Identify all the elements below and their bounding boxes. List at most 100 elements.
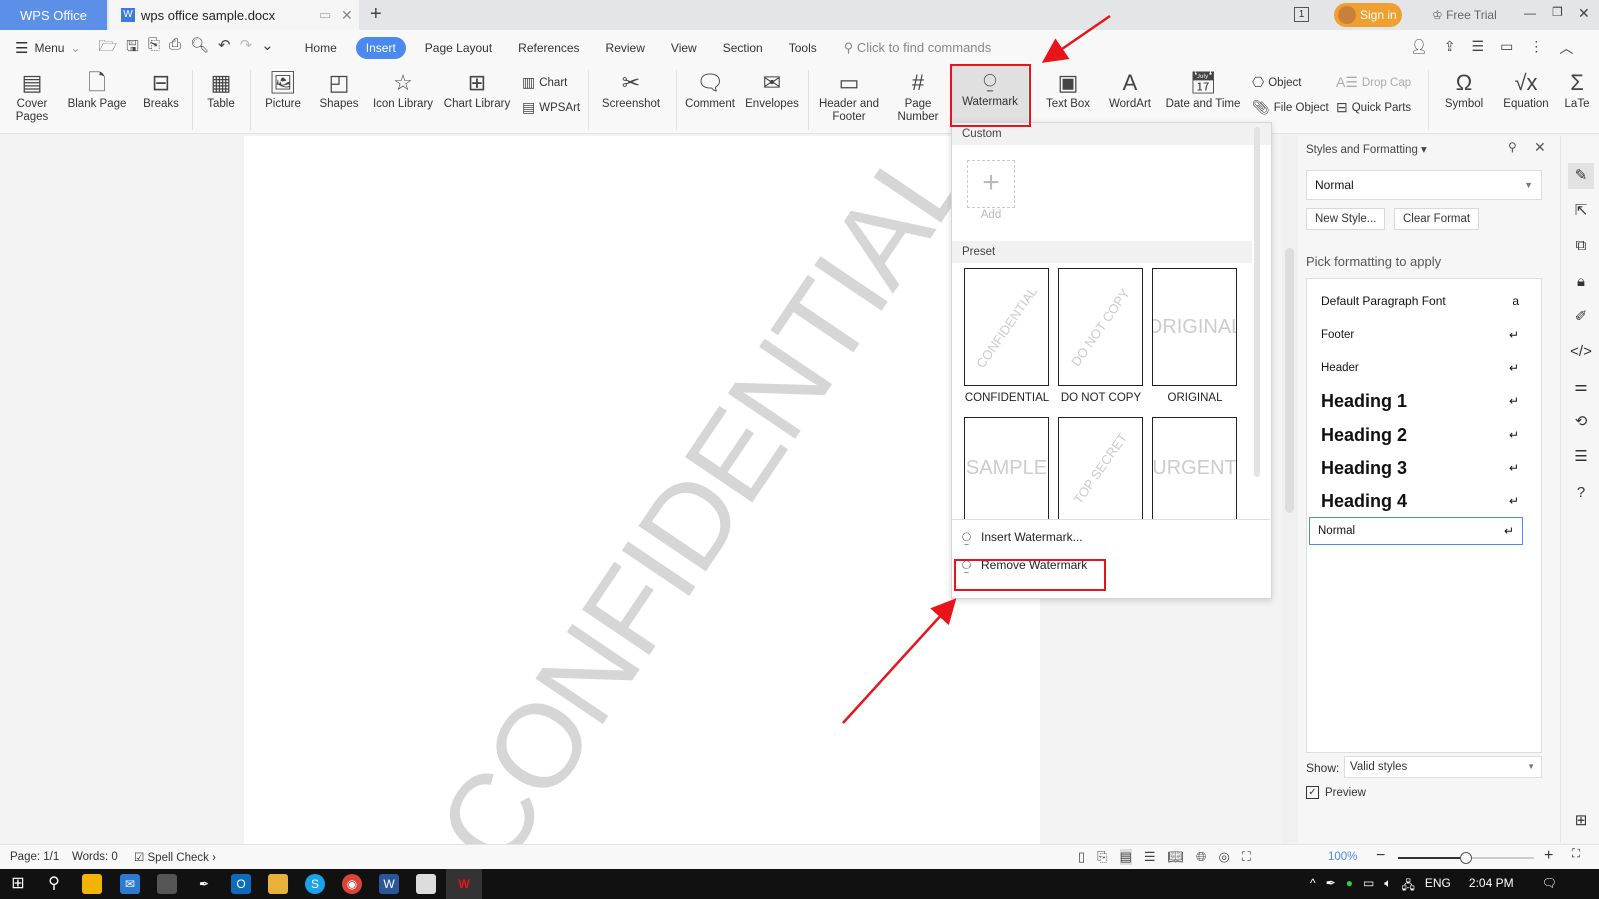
- clear-format-button[interactable]: Clear Format: [1394, 208, 1480, 230]
- help-icon[interactable]: ?: [1568, 480, 1594, 506]
- print-layout-icon[interactable]: ▤: [1119, 849, 1132, 865]
- tray-chevron-icon[interactable]: ^: [1310, 876, 1316, 897]
- windows-start-icon[interactable]: ⊞: [8, 874, 28, 894]
- security-check-icon[interactable]: ●: [1346, 876, 1353, 897]
- spell-check-toggle[interactable]: ☑ Spell Check ›: [134, 850, 216, 864]
- preview-label: Preview: [1325, 786, 1366, 799]
- apps-grid-icon[interactable]: ⊞: [1568, 808, 1594, 834]
- styles-title-label: Styles and Formatting: [1306, 144, 1418, 156]
- reading-view-icon[interactable]: 📖︎: [1168, 849, 1185, 865]
- current-style-select[interactable]: Normal ▼: [1306, 170, 1542, 200]
- chevron-down-icon: ▼: [1524, 180, 1533, 190]
- language-indicator[interactable]: ENG: [1425, 876, 1451, 897]
- feather-icon[interactable]: ✒: [194, 874, 214, 894]
- style-item[interactable]: Heading 3 ↵: [1313, 452, 1527, 484]
- zoom-out-icon[interactable]: −: [1376, 847, 1385, 865]
- paragraph-style-icon: ↵: [1508, 328, 1519, 342]
- close-panel-icon[interactable]: ✕: [1534, 139, 1546, 156]
- styles-panel-title[interactable]: Styles and Formatting ▾: [1306, 142, 1427, 156]
- sliders-icon[interactable]: ⚌: [1568, 374, 1594, 400]
- character-style-icon: a: [1512, 294, 1519, 308]
- style-name: Normal: [1318, 525, 1356, 537]
- styles-formatting-panel: Styles and Formatting ▾ ⚲ ✕ Normal ▼ New …: [1298, 136, 1560, 843]
- style-name: Heading 4: [1321, 490, 1408, 511]
- fit-page-icon[interactable]: ⛶: [1242, 849, 1251, 865]
- outline-view-icon[interactable]: ☰: [1144, 849, 1156, 865]
- style-item[interactable]: Heading 4 ↵: [1313, 485, 1527, 517]
- search-icon[interactable]: ⚲: [44, 874, 64, 894]
- fullscreen-icon[interactable]: ⛶: [1572, 848, 1580, 861]
- edit-code-icon[interactable]: ✐: [1568, 304, 1594, 330]
- pick-formatting-label: Pick formatting to apply: [1306, 254, 1442, 269]
- history-icon[interactable]: ⟲: [1568, 409, 1594, 435]
- zoom-slider[interactable]: [1398, 852, 1534, 864]
- outline-icon[interactable]: ☰: [1568, 444, 1594, 470]
- show-select[interactable]: Valid styles ▼: [1344, 756, 1542, 778]
- style-name: Heading 1: [1321, 390, 1408, 411]
- sticky-notes-icon[interactable]: [82, 874, 102, 894]
- style-item[interactable]: Heading 1 ↵: [1313, 385, 1527, 417]
- code-icon[interactable]: </>: [1568, 339, 1594, 365]
- style-name: Heading 2: [1321, 424, 1408, 445]
- volume-icon[interactable]: 🔈︎: [1384, 876, 1391, 897]
- zoom-level[interactable]: 100%: [1328, 851, 1357, 863]
- arrow-to-remove-watermark: [842, 598, 957, 724]
- paragraph-style-icon: ↵: [1508, 461, 1519, 475]
- notepad-icon[interactable]: [416, 874, 436, 894]
- style-item[interactable]: Header ↵: [1313, 354, 1527, 382]
- zoom-in-icon[interactable]: +: [1544, 847, 1553, 865]
- outlook-icon[interactable]: O: [231, 874, 251, 894]
- file-explorer-icon[interactable]: [268, 874, 288, 894]
- word-count[interactable]: Words: 0: [72, 851, 118, 863]
- style-item[interactable]: Heading 2 ↵: [1313, 419, 1527, 451]
- show-label: Show:: [1306, 761, 1340, 775]
- paragraph-style-icon: ↵: [1508, 494, 1519, 508]
- show-value: Valid styles: [1350, 761, 1408, 773]
- battery-icon[interactable]: ▭: [1363, 876, 1374, 897]
- status-bar: Page: 1/1 Words: 0 ☑ Spell Check › ▯ ⎘ ▤ ☰ 📖…: [0, 844, 1599, 869]
- wps-taskbar-icon[interactable]: W: [446, 869, 482, 899]
- style-name: Header: [1321, 362, 1359, 374]
- eye-protection-icon[interactable]: ◎: [1218, 849, 1229, 865]
- notifications-icon[interactable]: 🗨︎: [1542, 876, 1557, 897]
- chrome-icon[interactable]: ◉: [342, 874, 362, 894]
- page-count: Page: 1/1: [10, 851, 60, 863]
- zoom-slider-thumb[interactable]: [1460, 852, 1472, 864]
- lock-icon[interactable]: 🔒︎: [1568, 269, 1594, 295]
- style-item[interactable]: Footer ↵: [1313, 321, 1527, 349]
- spell-check-label: Spell Check: [147, 852, 209, 864]
- paragraph-style-icon: ↵: [1508, 361, 1519, 375]
- style-name: Default Paragraph Font: [1321, 294, 1446, 308]
- checkbox-icon: ☑: [134, 852, 148, 864]
- skype-icon[interactable]: S: [305, 874, 325, 894]
- style-item[interactable]: Normal ↵: [1309, 517, 1523, 545]
- chevron-down-icon: ▼: [1527, 762, 1535, 771]
- paragraph-style-icon: ↵: [1503, 524, 1514, 538]
- pin-icon[interactable]: ⚲: [1508, 140, 1517, 154]
- word-icon[interactable]: W: [379, 874, 399, 894]
- pen-icon[interactable]: ✒: [1326, 876, 1336, 897]
- paragraph-style-icon: ↵: [1508, 394, 1519, 408]
- paragraph-style-icon: ↵: [1508, 428, 1519, 442]
- mail-icon[interactable]: ✉: [120, 874, 140, 894]
- web-layout-icon[interactable]: 🌐︎: [1196, 849, 1206, 865]
- style-name: Heading 3: [1321, 457, 1408, 478]
- windows-taskbar: ⊞ ⚲ ✉ ✒ O S ◉ W W ^ ✒ ● ▭ 🔈︎ 🖧 ENG 2:04 PM 🗨︎: [0, 869, 1599, 899]
- checkbox-checked-icon: ✓: [1306, 786, 1319, 799]
- protect-icon[interactable]: ⎘: [1097, 849, 1107, 865]
- styles-list: Default Paragraph Font a Footer ↵ Header ↵ Hea…: [1306, 278, 1542, 753]
- style-item[interactable]: Default Paragraph Font a: [1313, 287, 1527, 315]
- style-name: Footer: [1321, 329, 1355, 341]
- network-icon[interactable]: 🖧: [1402, 876, 1415, 897]
- clear-copy-icon[interactable]: ⧉: [1568, 233, 1594, 259]
- styles-pen-icon[interactable]: ✎: [1568, 163, 1594, 189]
- right-side-toolbar: ✎ ⇱ ⧉ 🔒︎ ✐ </> ⚌ ⟲ ☰ ? ⊞: [1560, 136, 1599, 843]
- clock[interactable]: 2:04 PM: [1469, 876, 1514, 897]
- current-style-value: Normal: [1315, 178, 1354, 192]
- page-mode-icon[interactable]: ▯: [1078, 849, 1085, 865]
- preview-checkbox[interactable]: ✓ Preview: [1306, 786, 1366, 799]
- select-cursor-icon[interactable]: ⇱: [1568, 198, 1594, 224]
- monitor-icon[interactable]: [157, 874, 177, 894]
- arrow-to-watermark: [1041, 14, 1111, 63]
- new-style-button[interactable]: New Style...: [1306, 208, 1386, 230]
